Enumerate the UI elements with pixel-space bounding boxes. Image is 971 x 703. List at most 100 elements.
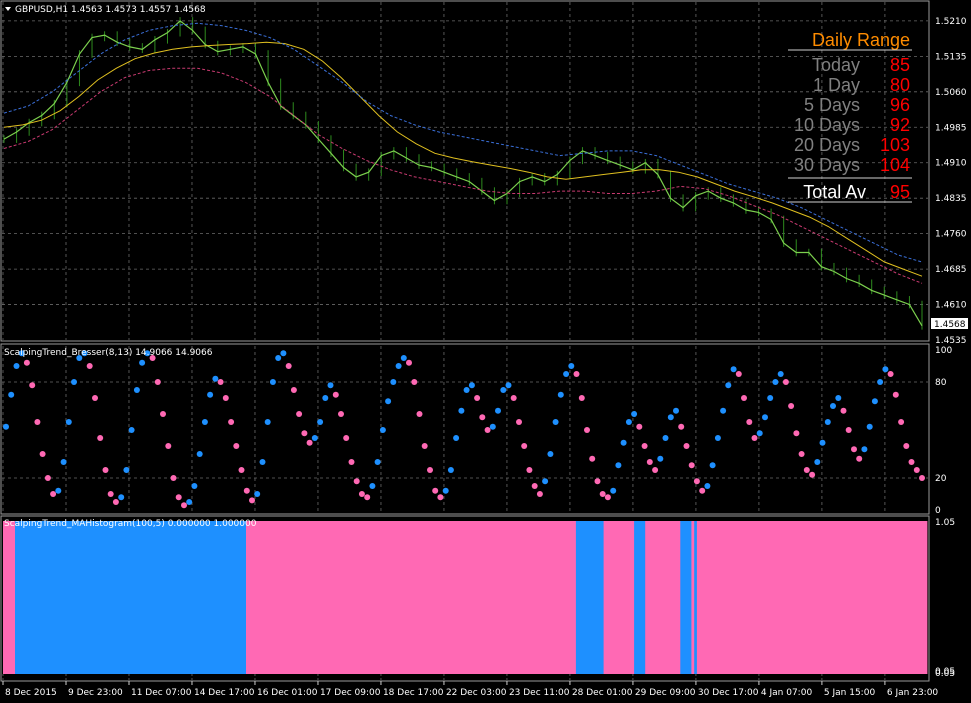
oscillator-dot bbox=[741, 395, 747, 401]
histogram-title: ScalpingTrend_MAHistogram(100,5) 0.00000… bbox=[4, 519, 257, 529]
oscillator-dot bbox=[756, 430, 763, 437]
oscillator-dot bbox=[505, 382, 512, 389]
daily-range-value: 104 bbox=[880, 155, 910, 175]
oscillator-dot bbox=[296, 411, 303, 417]
oscillator-dot bbox=[322, 395, 329, 401]
oscillator-dot bbox=[364, 494, 371, 501]
oscillator-dot bbox=[369, 483, 376, 489]
oscillator-dot bbox=[123, 467, 130, 473]
oscillator-dot bbox=[877, 379, 884, 385]
oscillator-dot bbox=[175, 494, 182, 501]
oscillator-dot bbox=[55, 487, 62, 494]
oscillator-dot bbox=[788, 403, 795, 409]
oscillator-dot bbox=[735, 371, 742, 377]
oscillator-dot bbox=[913, 467, 920, 473]
oscillator-dot bbox=[395, 363, 402, 369]
price-tick-label: 1.5135 bbox=[935, 52, 967, 62]
oscillator-dot bbox=[332, 391, 339, 398]
time-tick-label: 14 Dec 17:00 bbox=[194, 688, 255, 698]
oscillator-dot bbox=[604, 494, 611, 501]
oscillator-dot bbox=[39, 451, 46, 457]
oscillator-dot bbox=[767, 395, 774, 401]
oscillator-dot bbox=[201, 419, 208, 425]
daily-range-label: 10 Days bbox=[794, 115, 860, 135]
oscillator-dot bbox=[421, 443, 428, 449]
oscillator-dot bbox=[625, 419, 632, 425]
histogram-segment bbox=[3, 521, 16, 674]
oscillator-dot bbox=[516, 419, 522, 425]
oscillator-dot bbox=[882, 366, 889, 373]
oscillator-dot bbox=[228, 419, 235, 425]
oscillator-dot bbox=[521, 443, 528, 449]
time-tick-label: 6 Jan 23:00 bbox=[887, 688, 939, 698]
oscillator-dot bbox=[160, 411, 166, 417]
time-tick-label: 28 Dec 01:00 bbox=[572, 688, 633, 698]
histogram-segment bbox=[634, 521, 646, 674]
oscillator-dot bbox=[840, 407, 847, 414]
total-av-value: 95 bbox=[890, 182, 910, 202]
oscillator-dot bbox=[824, 419, 831, 425]
oscillator-dot bbox=[484, 427, 491, 433]
oscillator-dot bbox=[97, 435, 104, 441]
oscillator-dot bbox=[280, 350, 287, 357]
oscillator-dot bbox=[573, 371, 580, 377]
oscillator-dot bbox=[432, 487, 439, 494]
time-tick-label: 30 Dec 17:00 bbox=[698, 688, 759, 698]
oscillator-dot bbox=[557, 391, 564, 398]
price-tick-label: 1.4985 bbox=[935, 123, 967, 133]
oscillator-dot bbox=[8, 391, 15, 398]
oscillator-dot bbox=[165, 443, 172, 449]
histogram-panel[interactable]: 1.050.050.05 ScalpingTrend_MAHistogram(1… bbox=[0, 515, 955, 682]
oscillator-dot bbox=[704, 483, 711, 489]
time-tick-label: 17 Dec 09:00 bbox=[320, 688, 381, 698]
oscillator-dot bbox=[207, 391, 214, 398]
histogram-tick-label: 0.05 bbox=[935, 669, 955, 679]
oscillator-dot bbox=[489, 423, 496, 430]
main-chart-frame bbox=[0, 0, 930, 342]
oscillator-dot bbox=[845, 427, 852, 433]
histogram-tick-label: 1.05 bbox=[935, 518, 955, 528]
oscillator-dot bbox=[809, 471, 816, 478]
oscillator-dot bbox=[908, 459, 915, 465]
daily-range-value: 96 bbox=[890, 95, 910, 115]
histogram-segment bbox=[575, 521, 604, 674]
oscillator-dot bbox=[866, 423, 873, 430]
oscillator-panel[interactable]: 100 80 20 0 ScalpingTrend_Bresser(8,13) 14.… bbox=[0, 343, 952, 516]
oscillator-dot bbox=[500, 387, 507, 393]
oscillator-frame bbox=[0, 343, 930, 515]
oscillator-dot bbox=[678, 423, 685, 430]
oscillator-dot bbox=[275, 355, 282, 361]
oscillator-dot bbox=[835, 395, 842, 401]
oscillator-dot bbox=[636, 423, 643, 430]
oscillator-title: ScalpingTrend_Bresser(8,13) 14.9066 14.9… bbox=[4, 348, 213, 358]
price-tick-label: 1.4910 bbox=[935, 159, 967, 169]
price-tick-label: 1.5060 bbox=[935, 88, 967, 98]
oscillator-dot bbox=[720, 407, 727, 414]
oscillator-dot bbox=[186, 499, 193, 505]
histogram-segment bbox=[691, 521, 695, 674]
histogram-plot bbox=[3, 521, 928, 674]
oscillator-dot bbox=[495, 407, 501, 414]
daily-range-label: 1 Day bbox=[813, 75, 860, 95]
oscillator-dot bbox=[285, 363, 292, 369]
oscillator-dot bbox=[631, 411, 638, 417]
histogram-segment bbox=[680, 521, 692, 674]
oscillator-dot bbox=[762, 414, 768, 421]
oscillator-dot bbox=[542, 478, 549, 485]
oscillator-tick-label: 80 bbox=[935, 378, 947, 388]
oscillator-dot bbox=[714, 435, 721, 441]
oscillator-dot bbox=[667, 414, 674, 421]
oscillator-dot bbox=[772, 379, 779, 385]
oscillator-dot bbox=[746, 419, 753, 425]
oscillator-dot bbox=[594, 478, 601, 485]
oscillator-dot bbox=[353, 478, 360, 485]
time-tick-label: 4 Jan 07:00 bbox=[761, 688, 813, 698]
time-tick-label: 18 Dec 17:00 bbox=[383, 688, 444, 698]
daily-range-rows: Today 85 1 Day 80 5 Days 96 10 Days 92 20 Days 10… bbox=[794, 55, 910, 175]
oscillator-dot bbox=[646, 459, 653, 465]
oscillator-dot bbox=[620, 439, 627, 446]
oscillator-dot bbox=[411, 379, 418, 385]
oscillator-dot bbox=[238, 467, 245, 473]
oscillator-dot bbox=[118, 494, 125, 501]
time-tick-label: 5 Jan 15:00 bbox=[824, 688, 876, 698]
